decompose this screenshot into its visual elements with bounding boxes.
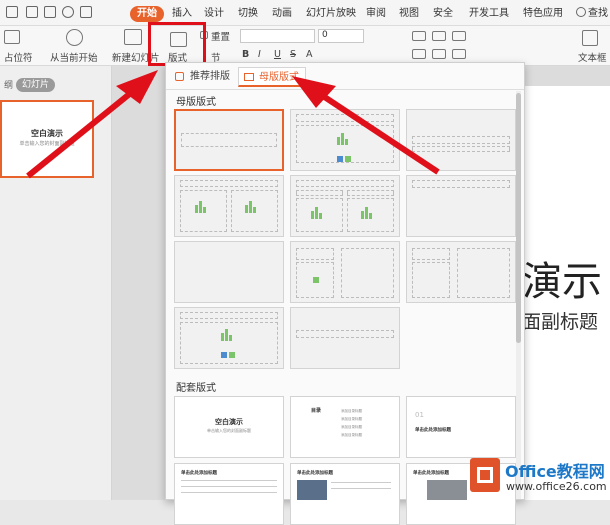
arrow-to-layout-button xyxy=(26,89,134,179)
annotation-arrows xyxy=(26,70,440,179)
office-logo-icon xyxy=(470,458,500,492)
watermark-logo-text: Office教程网 xyxy=(505,462,605,481)
arrow-to-master-tab xyxy=(318,91,440,175)
watermark-url: www.office26.com xyxy=(506,480,607,493)
